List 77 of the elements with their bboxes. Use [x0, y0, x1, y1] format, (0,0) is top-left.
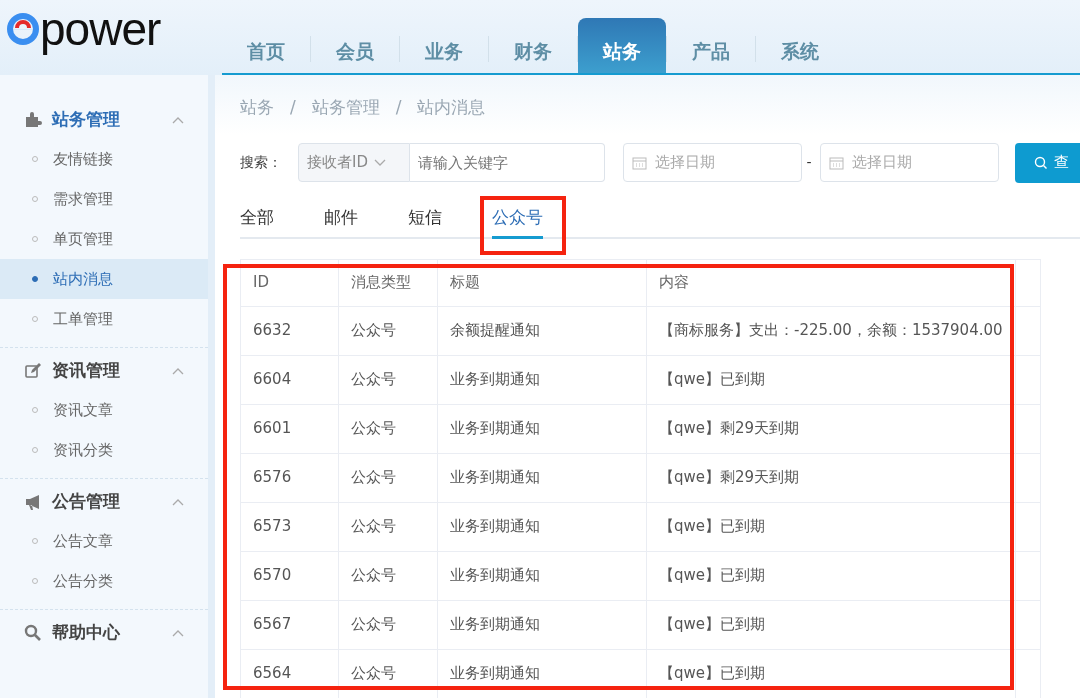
puzzle-icon: [24, 111, 42, 129]
nav-tab[interactable]: 业务: [400, 18, 488, 75]
table-cell: 6576: [240, 453, 339, 502]
date-separator: -: [806, 153, 812, 172]
table-cell: 公众号: [338, 502, 438, 551]
table-cell: 余额提醒通知: [437, 306, 647, 355]
chevron-icon: [172, 629, 184, 637]
table-cell: 6564: [240, 649, 339, 698]
filter-tab[interactable]: 全部: [240, 204, 274, 239]
sidebar-item[interactable]: 资讯文章: [0, 390, 208, 430]
table-cell: 【qwe】已到期: [646, 355, 1016, 404]
breadcrumb-separator: /: [395, 96, 402, 119]
breadcrumb-separator: /: [290, 96, 296, 119]
table-cell: 业务到期通知: [437, 551, 647, 600]
filter-tab[interactable]: 邮件: [324, 204, 358, 239]
table-cell: 公众号: [338, 404, 438, 453]
chevron-icon: [172, 116, 184, 124]
search-button[interactable]: 查: [1015, 142, 1080, 183]
table-cell: 业务到期通知: [437, 404, 647, 453]
sidebar-group[interactable]: 公告管理: [0, 483, 208, 521]
sidebar-group[interactable]: 帮助中心: [0, 614, 208, 652]
table-cell: 公众号: [338, 600, 438, 649]
table-cell: 【qwe】剩29天到期: [646, 404, 1016, 453]
column-header: 消息类型: [338, 259, 438, 306]
table-cell: 【qwe】已到期: [646, 551, 1016, 600]
sidebar-item[interactable]: 公告文章: [0, 521, 208, 561]
table-cell: 6601: [240, 404, 339, 453]
field-select[interactable]: 接收者ID: [298, 143, 410, 182]
nav-tab[interactable]: 产品: [667, 18, 755, 75]
table-cell: 6573: [240, 502, 339, 551]
table-cell: 【qwe】已到期: [646, 502, 1016, 551]
nav-tab[interactable]: 财务: [489, 18, 577, 75]
sidebar-group[interactable]: 资讯管理: [0, 352, 208, 390]
table-cell: 6570: [240, 551, 339, 600]
search-icon: [24, 624, 42, 642]
nav-tab[interactable]: 会员: [311, 18, 399, 75]
sidebar-item[interactable]: 资讯分类: [0, 430, 208, 470]
nav-tab[interactable]: 系统: [756, 18, 844, 75]
column-header: 内容: [646, 259, 1016, 306]
calendar-icon: [632, 155, 647, 170]
sidebar-item[interactable]: 友情链接: [0, 139, 208, 179]
table-cell: 【qwe】已到期: [646, 600, 1016, 649]
chevron-icon: [172, 367, 184, 375]
table-cell: 业务到期通知: [437, 600, 647, 649]
table-cell: 业务到期通知: [437, 502, 647, 551]
table-cell: 业务到期通知: [437, 355, 647, 404]
sidebar-item[interactable]: 需求管理: [0, 179, 208, 219]
sidebar-item[interactable]: 公告分类: [0, 561, 208, 601]
column-header: ID: [240, 259, 339, 306]
table-cell: 6567: [240, 600, 339, 649]
table-cell: 公众号: [338, 551, 438, 600]
sidebar-group[interactable]: 站务管理: [0, 101, 208, 139]
table-cell: 业务到期通知: [437, 453, 647, 502]
search-label: 搜索：: [240, 153, 282, 172]
table-cell: 【商标服务】支出：-225.00，余额：1537904.00: [646, 306, 1016, 355]
table-cell: 6632: [240, 306, 339, 355]
keyword-field[interactable]: 请输入关键字: [410, 143, 605, 182]
sidebar-item[interactable]: 工单管理: [0, 299, 208, 339]
filter-tab[interactable]: 公众号: [492, 204, 543, 239]
search-icon: [1034, 155, 1048, 170]
sidebar-item[interactable]: 站内消息: [0, 259, 208, 299]
table-cell: 公众号: [338, 306, 438, 355]
filter-tab[interactable]: 短信: [408, 204, 442, 239]
logo-icon: [6, 12, 40, 46]
table-cell: 公众号: [338, 453, 438, 502]
nav-tab[interactable]: 站务: [578, 18, 666, 75]
megaphone-icon: [24, 493, 42, 511]
caret-icon: [374, 158, 386, 167]
sidebar-item[interactable]: 单页管理: [0, 219, 208, 259]
table-cell: 6604: [240, 355, 339, 404]
column-header: 标题: [437, 259, 647, 306]
table-cell: 公众号: [338, 355, 438, 404]
nav-tab[interactable]: 首页: [222, 18, 310, 75]
calendar-icon: [828, 155, 844, 170]
table-cell: 【qwe】剩29天到期: [646, 453, 1016, 502]
chevron-icon: [172, 498, 184, 506]
edit-icon: [24, 362, 42, 380]
